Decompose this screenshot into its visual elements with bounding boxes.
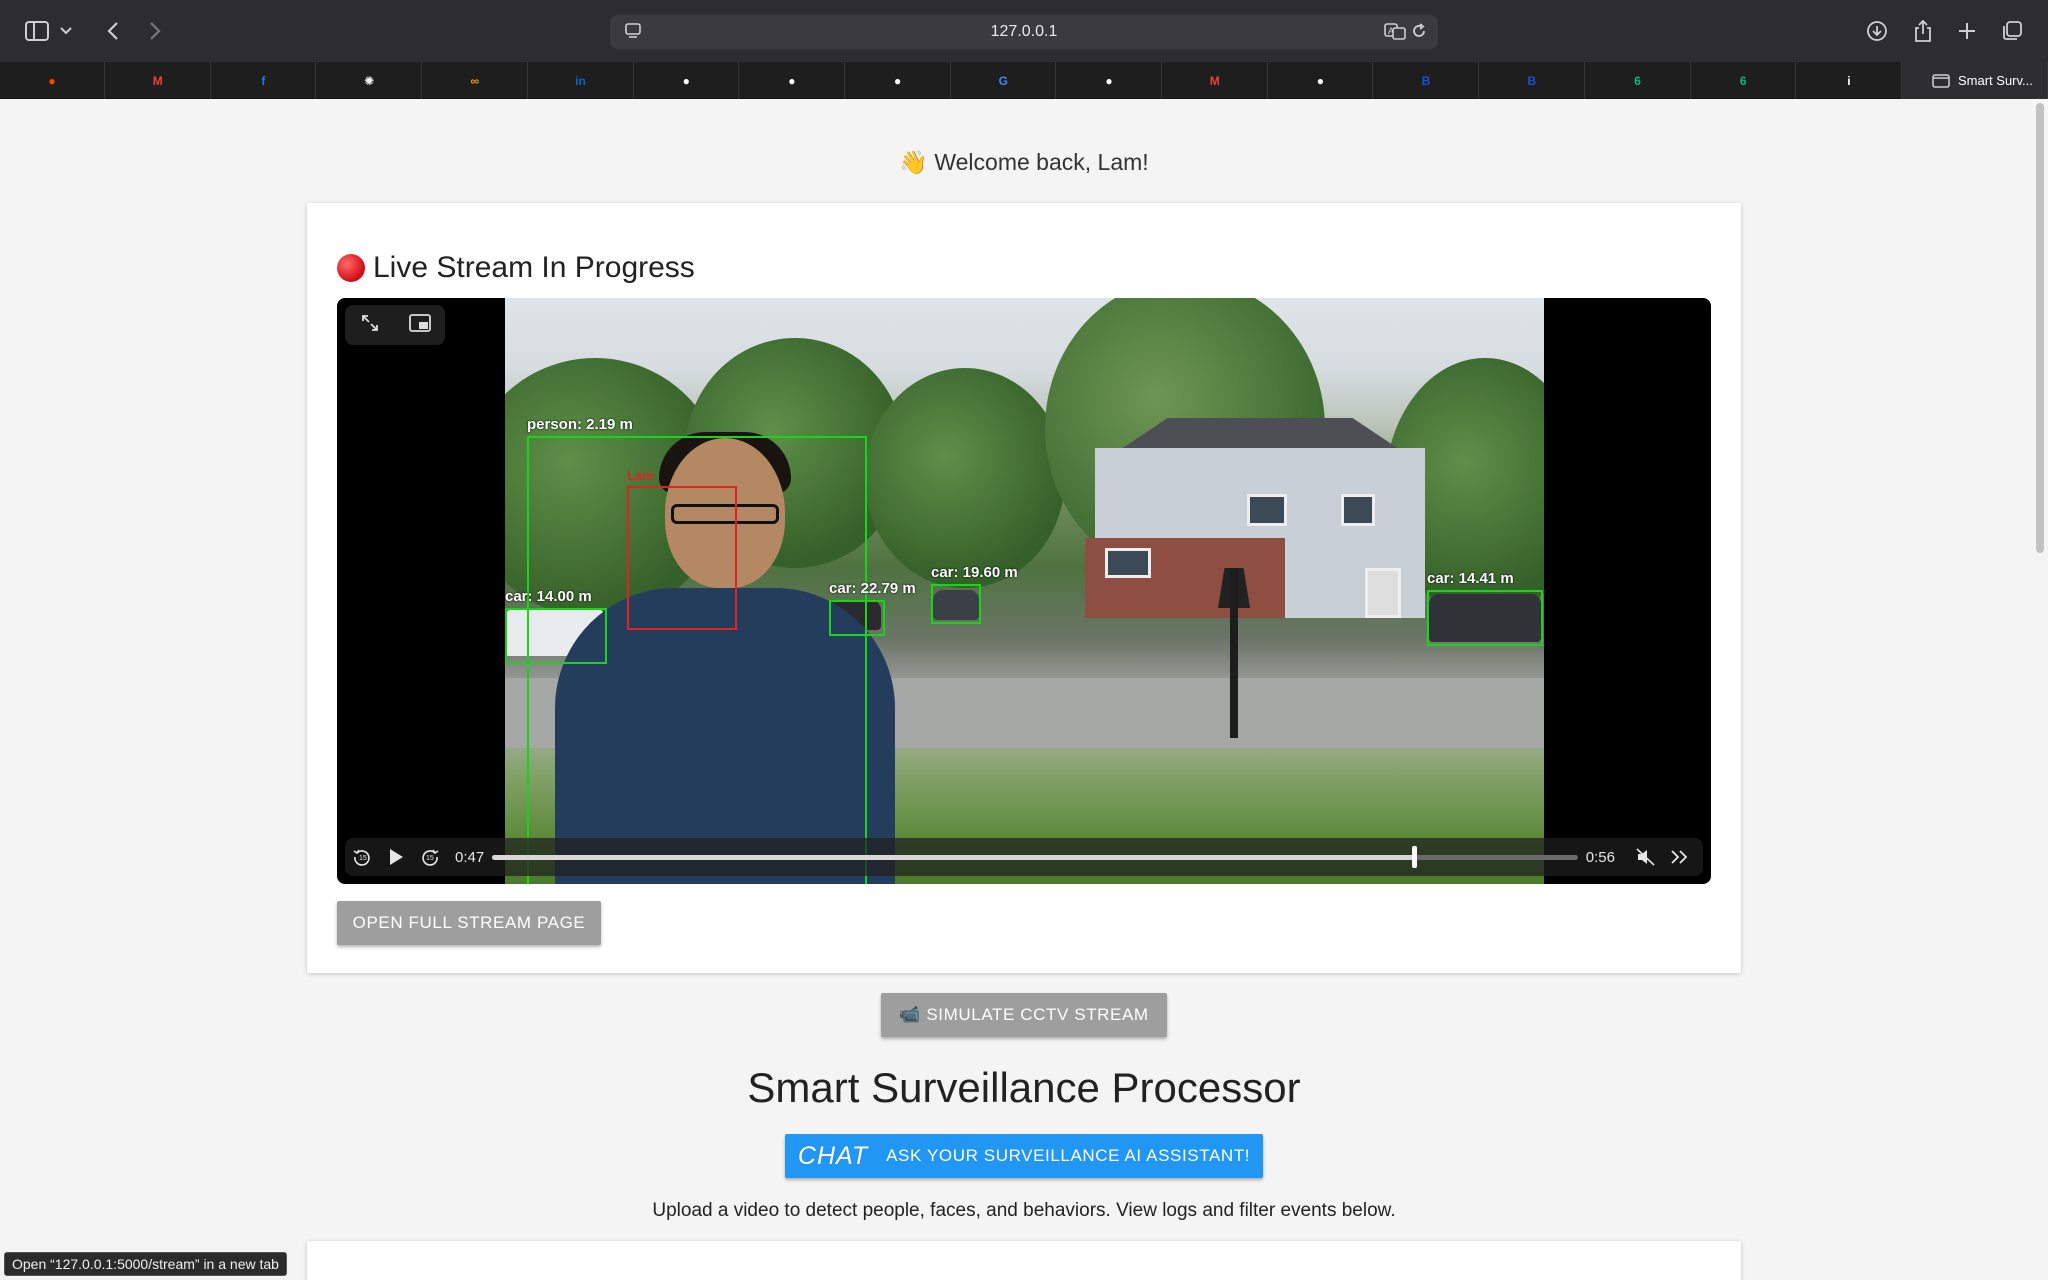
- seek-handle[interactable]: [1411, 845, 1417, 868]
- welcome-message: 👋 Welcome back, Lam!: [899, 149, 1149, 175]
- chat-label: CHAT: [797, 1141, 869, 1170]
- downloads-icon[interactable]: [1862, 16, 1892, 46]
- mute-icon[interactable]: [1629, 840, 1663, 874]
- favorite-tab[interactable]: ●: [1268, 62, 1374, 99]
- github-icon: ●: [1105, 73, 1113, 88]
- detection-label: car: 14.41 m: [1427, 570, 1514, 587]
- current-time: 0:47: [455, 848, 485, 866]
- detection-label: car: 14.00 m: [505, 588, 592, 605]
- openai-icon: ✺: [364, 73, 375, 88]
- chevron-down-icon[interactable]: [56, 16, 76, 46]
- simulate-cctv-stream-button[interactable]: 📹 Simulate CCTV Stream: [881, 993, 1167, 1037]
- duration: 0:56: [1585, 848, 1615, 866]
- page-content: 👋 Welcome back, Lam! Live Stream In Prog…: [0, 99, 2032, 1280]
- video-frame: person: 2.19 m Lam car: 14.00 m car: 22.…: [505, 298, 1544, 884]
- video-controls: 15 15 0:47 0:56: [345, 838, 1703, 876]
- face-box: [627, 486, 737, 630]
- recording-dot-icon: [337, 254, 365, 282]
- favorite-tab[interactable]: ●: [634, 62, 740, 99]
- favorite-tab[interactable]: ●: [1057, 62, 1162, 99]
- seek-bar[interactable]: [492, 845, 1578, 868]
- window-icon: [1932, 73, 1950, 88]
- page-title: Smart Surveillance Processor: [747, 1064, 1301, 1111]
- skip-back-icon[interactable]: 15: [345, 840, 379, 874]
- favorite-tab[interactable]: M: [1163, 62, 1268, 99]
- favorite-tab[interactable]: G: [951, 62, 1057, 99]
- address-bar[interactable]: 127.0.0.1 A: [610, 15, 1438, 49]
- spiral-icon: 6: [1634, 73, 1641, 88]
- upload-card: [307, 1241, 1741, 1280]
- tab-title: Smart Surv...: [1958, 73, 2033, 88]
- fullscreen-icon[interactable]: [360, 313, 380, 338]
- detection-box: [829, 600, 885, 636]
- picture-in-picture-icon[interactable]: [408, 313, 431, 337]
- facebook-icon: f: [261, 73, 266, 88]
- favorite-tab[interactable]: ✺: [317, 62, 423, 99]
- detection-box: [931, 584, 981, 624]
- google-icon: G: [998, 73, 1008, 88]
- github-icon: ●: [682, 73, 690, 88]
- detection-box: [1427, 590, 1543, 646]
- favorite-tab[interactable]: ●: [740, 62, 845, 99]
- favorite-tab[interactable]: 6: [1691, 62, 1797, 99]
- skip-forward-icon[interactable]: 15: [413, 840, 447, 874]
- video-top-controls: [345, 305, 445, 345]
- link-status-bar: Open “127.0.0.1:5000/stream” in a new ta…: [4, 1252, 287, 1276]
- new-tab-icon[interactable]: [1952, 16, 1982, 46]
- stream-title: Live Stream In Progress: [337, 251, 695, 285]
- gmail-icon: M: [152, 73, 163, 88]
- reload-icon[interactable]: [1410, 22, 1430, 42]
- browser-toolbar: 127.0.0.1 A: [0, 0, 2048, 62]
- favorite-tab[interactable]: ∞: [423, 62, 528, 99]
- play-icon[interactable]: [379, 840, 413, 874]
- tab-smart-surveillance[interactable]: Smart Surv...: [1902, 62, 2048, 99]
- b-icon: B: [1527, 73, 1537, 88]
- favorite-tab[interactable]: ●: [846, 62, 951, 99]
- favorite-tab[interactable]: ●: [0, 62, 105, 99]
- upload-description: Upload a video to detect people, faces, …: [652, 1200, 1396, 1221]
- info-icon: i: [1847, 73, 1851, 88]
- favorite-tab[interactable]: B: [1374, 62, 1480, 99]
- github-icon: ●: [788, 73, 796, 88]
- detection-label: person: 2.19 m: [527, 416, 633, 433]
- scrollbar-thumb[interactable]: [2036, 103, 2044, 553]
- stream-title-text: Live Stream In Progress: [373, 251, 695, 284]
- sidebar-toggle-icon[interactable]: [22, 16, 52, 46]
- tab-overview-icon[interactable]: [1997, 16, 2027, 46]
- detection-label: car: 19.60 m: [931, 564, 1018, 581]
- share-icon[interactable]: [1908, 16, 1938, 46]
- detection-box: [505, 608, 607, 664]
- video-player[interactable]: person: 2.19 m Lam car: 14.00 m car: 22.…: [337, 298, 1711, 884]
- seek-progress: [492, 854, 1414, 860]
- chat-button-label: Ask Your Surveillance AI Assistant!: [886, 1146, 1251, 1165]
- spiral-icon: 6: [1739, 73, 1747, 88]
- back-icon[interactable]: [98, 16, 128, 46]
- favorite-tab[interactable]: i: [1797, 62, 1902, 99]
- github-icon: ●: [893, 73, 902, 88]
- gmail-icon: M: [1209, 73, 1220, 88]
- linkedin-icon: in: [575, 73, 586, 88]
- playback-speed-icon[interactable]: [1663, 840, 1697, 874]
- favorite-tab[interactable]: f: [211, 62, 317, 99]
- scrollbar[interactable]: [2032, 99, 2048, 1280]
- favorite-tab[interactable]: M: [106, 62, 211, 99]
- chat-assistant-button[interactable]: CHAT Ask Your Surveillance AI Assistant!: [785, 1134, 1263, 1178]
- favorite-tab[interactable]: in: [529, 62, 634, 99]
- favorite-tab[interactable]: B: [1480, 62, 1585, 99]
- svg-text:15: 15: [359, 855, 367, 862]
- reddit-icon: ●: [48, 73, 56, 88]
- b-icon: B: [1421, 73, 1431, 88]
- url-text: 127.0.0.1: [990, 23, 1058, 40]
- github-icon: ●: [1316, 73, 1325, 88]
- face-label: Lam: [627, 468, 654, 483]
- translate-icon[interactable]: A: [1384, 22, 1406, 42]
- forward-icon[interactable]: [140, 16, 170, 46]
- favorite-tab[interactable]: 6: [1586, 62, 1691, 99]
- detection-label: car: 22.79 m: [829, 580, 916, 597]
- tab-bar: ● Mf ✺ ∞ in ● ● ● G ● M ● B B 6 6 i Smart Surv...: [0, 62, 2048, 99]
- live-stream-card: Live Stream In Progress person: 2.19 m L…: [307, 203, 1741, 973]
- open-full-stream-button[interactable]: Open Full Stream Page: [337, 901, 601, 945]
- infinity-icon: ∞: [470, 73, 480, 88]
- svg-text:15: 15: [426, 855, 434, 862]
